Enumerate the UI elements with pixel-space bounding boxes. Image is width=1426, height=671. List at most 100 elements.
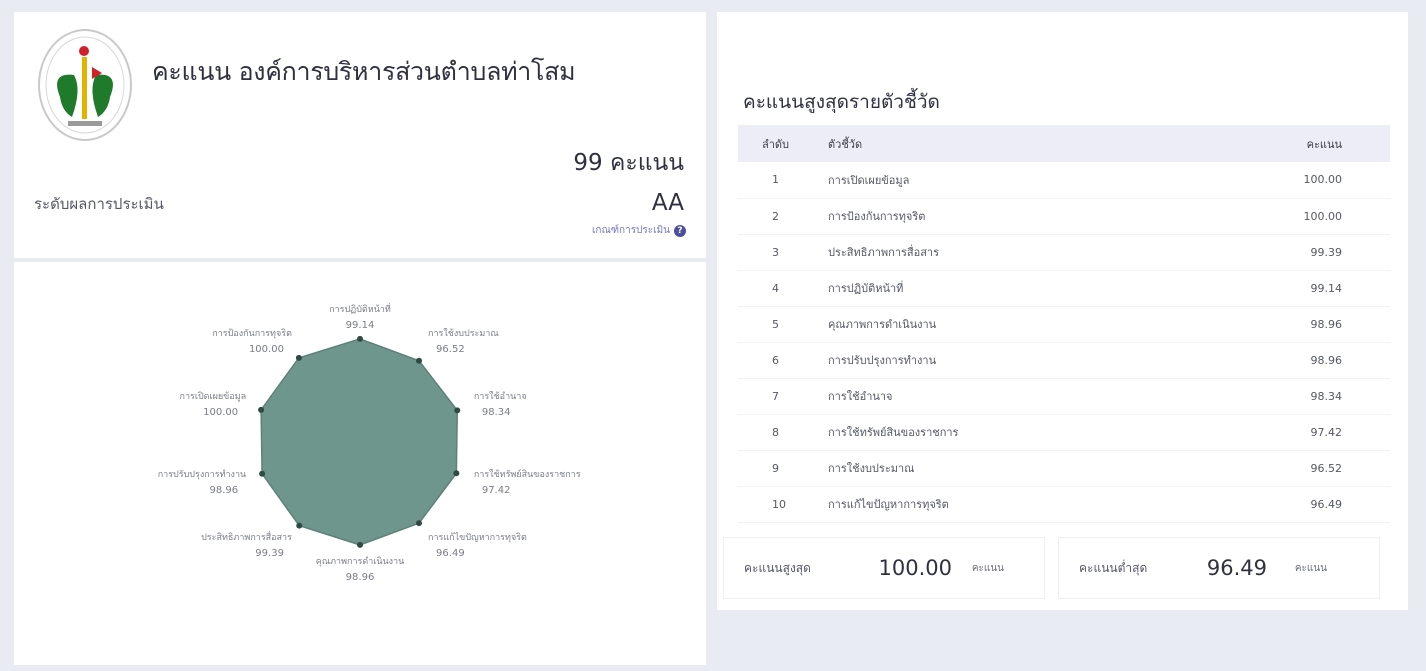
summary-max-box: คะแนนสูงสุด 100.00 คะแนน	[723, 537, 1045, 599]
row-score: 96.52	[1310, 461, 1343, 475]
radar-axis-value: 97.42	[482, 485, 511, 496]
evaluation-grade: AA	[651, 190, 684, 216]
row-indicator: การแก้ไขปัญหาการทุจริต	[828, 498, 949, 511]
table-header-row: ลำดับ ตัวชี้วัด คะแนน	[738, 125, 1390, 162]
radar-chart: การปฏิบัติหน้าที่ 99.14 การใช้งบประมาณ 96.5…	[158, 302, 581, 583]
criteria-link[interactable]: เกณฑ์การประเมิน ?	[592, 223, 686, 238]
table-row: 5 คุณภาพการดำเนินงาน 98.96	[738, 306, 1390, 342]
row-score: 100.00	[1303, 209, 1343, 223]
row-rank: 4	[772, 281, 779, 295]
header-rank: ลำดับ	[762, 137, 790, 151]
org-title: คะแนน องค์การบริหารส่วนตำบลท่าโสม	[152, 57, 576, 86]
row-score: 98.34	[1310, 389, 1343, 403]
row-indicator: การปฏิบัติหน้าที่	[828, 282, 904, 295]
radar-point	[259, 470, 266, 477]
row-rank: 9	[772, 461, 779, 475]
row-rank: 7	[772, 389, 779, 403]
radar-point	[416, 357, 423, 364]
radar-point	[357, 335, 363, 342]
row-indicator: การใช้อำนาจ	[828, 390, 893, 403]
row-score: 98.96	[1310, 317, 1343, 331]
table-row: 8 การใช้ทรัพย์สินของราชการ 97.42	[738, 414, 1390, 450]
row-rank: 1	[772, 173, 779, 187]
radar-axis-name: การเปิดเผยข้อมูล	[180, 391, 247, 402]
row-rank: 10	[772, 497, 786, 511]
table-row: 7 การใช้อำนาจ 98.34	[738, 378, 1390, 414]
max-score-label: คะแนนสูงสุด	[744, 560, 811, 575]
org-logo	[36, 27, 134, 145]
radar-axis-label: การแก้ไขปัญหาการทุจริต 96.49	[428, 532, 527, 559]
radar-axis-label: ประสิทธิภาพการสื่อสาร 99.39	[201, 530, 292, 559]
radar-axis-name: การใช้อำนาจ	[474, 391, 527, 402]
header-score: คะแนน	[1306, 137, 1342, 151]
radar-axis-value: 99.39	[255, 548, 284, 559]
summary-min-box: คะแนนต่ำสุด 96.49 คะแนน	[1058, 537, 1380, 599]
min-score-unit: คะแนน	[1294, 562, 1327, 574]
radar-chart-card: การปฏิบัติหน้าที่ 99.14 การใช้งบประมาณ 96.5…	[14, 262, 706, 665]
help-icon[interactable]: ?	[674, 224, 686, 237]
radar-axis-label: คุณภาพการดำเนินงาน 98.96	[316, 556, 405, 583]
radar-axis-name: การป้องกันการทุจริต	[212, 328, 292, 339]
radar-point	[258, 406, 265, 413]
row-rank: 2	[772, 209, 779, 223]
table-row: 6 การปรับปรุงการทำงาน 98.96	[738, 342, 1390, 378]
radar-axis-name: การปฏิบัติหน้าที่	[329, 302, 391, 315]
radar-axis-label: การป้องกันการทุจริต 100.00	[212, 328, 292, 355]
top-indicators-card: คะแนนสูงสุดรายตัวชี้วัด ลำดับ ตัวชี้วัด …	[717, 12, 1408, 610]
table-row: 2 การป้องกันการทุจริต 100.00	[738, 198, 1390, 234]
row-indicator: การเปิดเผยข้อมูล	[828, 173, 910, 187]
row-indicator: การใช้งบประมาณ	[828, 462, 915, 475]
radar-point	[454, 407, 461, 414]
radar-point	[453, 470, 460, 477]
row-rank: 5	[772, 317, 779, 331]
header-indicator: ตัวชี้วัด	[828, 137, 863, 151]
table-row: 9 การใช้งบประมาณ 96.52	[738, 450, 1390, 486]
row-score: 97.42	[1310, 425, 1343, 439]
table-title: คะแนนสูงสุดรายตัวชี้วัด	[743, 91, 940, 113]
radar-axis-name: การใช้งบประมาณ	[428, 328, 499, 339]
indicator-table: ลำดับ ตัวชี้วัด คะแนน 1 การเปิดเผยข้อมูล 1…	[738, 125, 1390, 523]
max-score-value: 100.00	[878, 556, 952, 580]
radar-axis-value: 98.96	[210, 485, 239, 496]
row-rank: 3	[772, 245, 779, 259]
row-score: 100.00	[1303, 173, 1343, 187]
min-score-value: 96.49	[1206, 556, 1267, 580]
row-score: 99.39	[1310, 245, 1343, 259]
criteria-link-label[interactable]: เกณฑ์การประเมิน	[592, 223, 670, 238]
row-indicator: การปรับปรุงการทำงาน	[828, 354, 937, 367]
radar-point	[415, 520, 422, 527]
total-score: 99 คะแนน	[573, 150, 684, 176]
radar-axis-name: ประสิทธิภาพการสื่อสาร	[201, 530, 292, 543]
radar-axis-value: 100.00	[249, 344, 284, 355]
table-row: 3 ประสิทธิภาพการสื่อสาร 99.39	[738, 234, 1390, 270]
radar-axis-name: คุณภาพการดำเนินงาน	[316, 556, 405, 567]
radar-point	[357, 541, 363, 548]
radar-axis-value: 96.52	[436, 344, 465, 355]
radar-axis-name: การปรับปรุงการทำงาน	[158, 469, 246, 480]
radar-axis-label: การใช้งบประมาณ 96.52	[428, 328, 499, 355]
radar-axis-label: การใช้ทรัพย์สินของราชการ 97.42	[474, 468, 581, 496]
radar-axis-label: การใช้อำนาจ 98.34	[474, 391, 527, 418]
max-score-unit: คะแนน	[971, 562, 1004, 574]
radar-axis-name: การแก้ไขปัญหาการทุจริต	[428, 532, 527, 543]
table-row: 10 การแก้ไขปัญหาการทุจริต 96.49	[738, 486, 1390, 522]
radar-axis-label: การปรับปรุงการทำงาน 98.96	[158, 469, 246, 496]
radar-axis-value: 100.00	[203, 407, 238, 418]
min-score-label: คะแนนต่ำสุด	[1079, 560, 1148, 575]
row-indicator: ประสิทธิภาพการสื่อสาร	[828, 246, 940, 259]
radar-axis-name: การใช้ทรัพย์สินของราชการ	[474, 468, 581, 480]
radar-axis-label: การปฏิบัติหน้าที่ 99.14	[329, 302, 391, 331]
radar-axis-value: 99.14	[346, 320, 375, 331]
row-rank: 6	[772, 353, 779, 367]
radar-point	[296, 522, 303, 529]
row-rank: 8	[772, 425, 779, 439]
radar-area	[260, 338, 459, 546]
row-score: 96.49	[1310, 497, 1343, 511]
evaluation-level-label: ระดับผลการประเมิน	[34, 195, 164, 213]
row-indicator: การใช้ทรัพย์สินของราชการ	[828, 426, 959, 439]
row-score: 98.96	[1310, 353, 1343, 367]
row-indicator: การป้องกันการทุจริต	[828, 210, 926, 223]
radar-point	[295, 354, 302, 361]
table-row: 1 การเปิดเผยข้อมูล 100.00	[738, 162, 1390, 198]
radar-axis-value: 96.49	[436, 548, 465, 559]
